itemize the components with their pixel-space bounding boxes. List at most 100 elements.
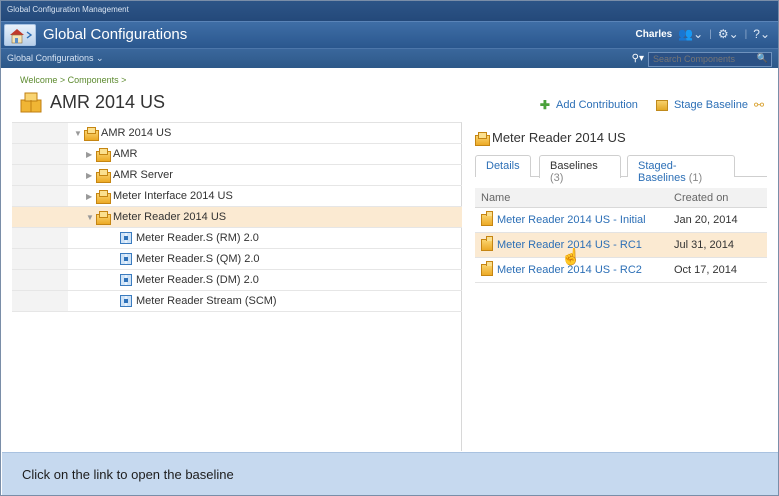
home-icon[interactable] (4, 24, 36, 46)
baseline-link[interactable]: Meter Reader 2014 US - RC2 (497, 264, 642, 276)
user-menu[interactable]: Charles 👥⌄ | ⚙⌄ | ?⌄ (636, 27, 770, 41)
tree-gutter (12, 270, 68, 290)
search-icon[interactable]: 🔍 (757, 53, 768, 64)
page-title: AMR 2014 US (50, 91, 166, 112)
tree-item-label[interactable]: Meter Reader Stream (SCM) (136, 295, 277, 307)
tree-gutter (12, 207, 68, 227)
baseline-link[interactable]: Meter Reader 2014 US - Initial (497, 214, 646, 226)
tree-gutter (12, 249, 68, 269)
created-date: Oct 17, 2014 (674, 264, 737, 276)
subnav-menu[interactable]: Global Configurations ⌄ (7, 53, 104, 64)
config-icon (20, 91, 42, 113)
baseline-icon (481, 211, 493, 226)
stage-baseline-icon[interactable] (655, 99, 668, 111)
page-actions: ✚ Add Contribution Stage Baseline ⚯ (540, 98, 764, 112)
help-icon[interactable]: ?⌄ (753, 27, 770, 41)
search-area: ⚲▾ 🔍 (632, 51, 772, 67)
tree-row[interactable]: ▶ AMR (12, 144, 462, 165)
tree-item-label[interactable]: Meter Reader.S (DM) 2.0 (136, 274, 259, 286)
link-icon[interactable]: ⚯ (754, 98, 764, 112)
table-row: Meter Reader 2014 US - RC1 Jul 31, 2014 … (475, 233, 767, 266)
sub-navigation: Global Configurations ⌄ ⚲▾ 🔍 (1, 48, 778, 68)
search-input[interactable] (648, 51, 772, 67)
tree-row[interactable]: Meter Reader.S (RM) 2.0 (12, 228, 462, 249)
add-contribution-link[interactable]: Add Contribution (556, 99, 638, 111)
config-icon (96, 190, 111, 204)
scope-icon[interactable]: ⚲▾ (632, 53, 644, 64)
tab-baselines[interactable]: Baselines (3) (539, 155, 621, 184)
tree-row[interactable]: Meter Reader.S (DM) 2.0 (12, 270, 462, 291)
app-title: Global Configurations (43, 26, 188, 43)
table-row: Meter Reader 2014 US - RC2 Oct 17, 2014 (475, 258, 767, 283)
tree-gutter (12, 165, 68, 185)
page-header: AMR 2014 US (20, 91, 165, 113)
config-icon (475, 131, 490, 146)
expand-triangle-icon[interactable]: ▶ (86, 150, 96, 159)
tab-staged-baselines[interactable]: Staged-Baselines (1) (627, 155, 735, 184)
component-icon (120, 232, 132, 244)
created-date: Jul 31, 2014 (674, 239, 734, 251)
breadcrumb[interactable]: Welcome > Components > (20, 75, 126, 85)
tree-gutter (12, 123, 68, 143)
tab-strip: Details Baselines (3) Staged-Baselines (… (475, 155, 767, 184)
baseline-icon (481, 261, 493, 276)
divider: | (709, 28, 712, 40)
component-icon (120, 274, 132, 286)
stage-baseline-link[interactable]: Stage Baseline (674, 99, 748, 111)
tree-gutter (12, 291, 68, 311)
tree-row[interactable]: ▼ Meter Reader 2014 US (12, 207, 462, 228)
tab-details[interactable]: Details (475, 155, 531, 177)
tab-label: Staged-Baselines (638, 160, 686, 184)
config-icon (96, 211, 111, 225)
tab-count: (1) (688, 172, 703, 184)
instruction-banner: Click on the link to open the baseline (2, 452, 778, 495)
tree-row[interactable]: Meter Reader Stream (SCM) (12, 291, 462, 312)
created-date: Jan 20, 2014 (674, 214, 738, 226)
tree-gutter (12, 186, 68, 206)
tab-label: Baselines (550, 160, 598, 172)
tree-item-label[interactable]: Meter Reader.S (RM) 2.0 (136, 232, 259, 244)
app-header: Global Configurations Charles 👥⌄ | ⚙⌄ | … (1, 21, 778, 48)
details-header: Meter Reader 2014 US (475, 130, 626, 146)
users-icon[interactable]: 👥⌄ (678, 27, 703, 41)
expand-triangle-icon[interactable]: ▶ (86, 171, 96, 180)
configuration-tree: ▼ AMR 2014 US ▶ AMR ▶ AMR Server ▶ Meter Interf… (12, 122, 462, 451)
config-icon (96, 169, 111, 183)
gear-icon[interactable]: ⚙⌄ (718, 27, 739, 41)
tree-item-label[interactable]: Meter Reader.S (QM) 2.0 (136, 253, 260, 265)
tree-row[interactable]: ▶ AMR Server (12, 165, 462, 186)
tree-row[interactable]: ▶ Meter Interface 2014 US (12, 186, 462, 207)
details-pane: Meter Reader 2014 US Details Baselines (… (463, 122, 778, 451)
expand-triangle-icon[interactable]: ▶ (86, 192, 96, 201)
config-icon (84, 127, 99, 141)
collapse-triangle-icon[interactable]: ▼ (86, 213, 96, 222)
details-title: Meter Reader 2014 US (492, 130, 626, 145)
tree-item-label[interactable]: Meter Interface 2014 US (113, 190, 233, 202)
component-icon (120, 295, 132, 307)
baseline-icon (481, 236, 493, 251)
tab-label: Details (486, 160, 520, 172)
component-icon (120, 253, 132, 265)
column-header-name[interactable]: Name (481, 192, 510, 204)
table-header: Name Created on (475, 188, 767, 208)
tree-gutter (12, 144, 68, 164)
tab-count: (3) (550, 172, 564, 184)
instruction-text: Click on the link to open the baseline (22, 467, 234, 482)
tree-item-label[interactable]: AMR 2014 US (101, 127, 171, 139)
tree-row[interactable]: Meter Reader.S (QM) 2.0 (12, 249, 462, 270)
window-title: Global Configuration Management (7, 5, 129, 14)
add-icon[interactable]: ✚ (540, 98, 550, 112)
column-header-created[interactable]: Created on (674, 192, 728, 204)
tree-item-label[interactable]: Meter Reader 2014 US (113, 211, 226, 223)
app-window: Global Configuration Management Global C… (0, 0, 779, 496)
table-row: Meter Reader 2014 US - Initial Jan 20, 2… (475, 208, 767, 233)
divider: | (744, 28, 748, 40)
window-title-strip: Global Configuration Management (1, 1, 778, 21)
tree-gutter (12, 228, 68, 248)
user-name[interactable]: Charles (636, 29, 673, 40)
tree-item-label[interactable]: AMR Server (113, 169, 173, 181)
collapse-triangle-icon[interactable]: ▼ (74, 129, 84, 138)
tree-row[interactable]: ▼ AMR 2014 US (12, 123, 462, 144)
tree-item-label[interactable]: AMR (113, 148, 137, 160)
config-icon (96, 148, 111, 162)
